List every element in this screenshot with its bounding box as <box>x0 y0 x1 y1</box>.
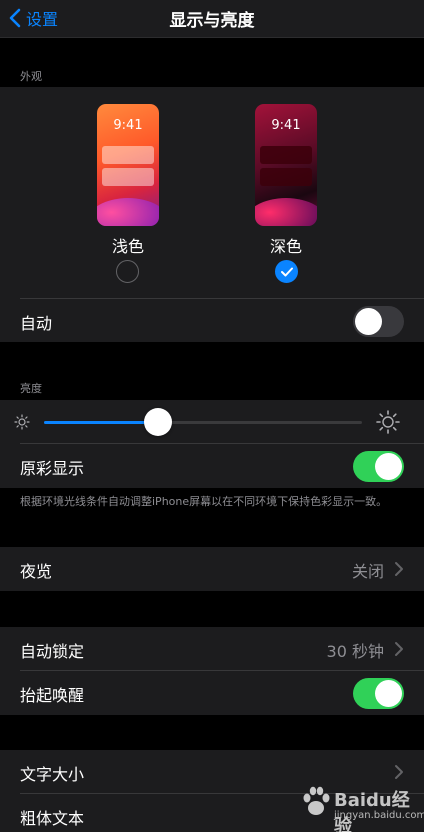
checkmark-icon <box>281 267 293 277</box>
light-mode-radio[interactable] <box>116 260 139 283</box>
chevron-right-icon <box>395 642 403 656</box>
night-shift-row[interactable]: 夜览 关闭 <box>0 547 424 591</box>
automatic-label: 自动 <box>20 314 53 333</box>
appearance-header: 外观 <box>20 70 42 83</box>
brightness-slider-fill <box>44 421 159 424</box>
brightness-group: 原彩显示 <box>0 400 424 488</box>
true-tone-toggle[interactable] <box>353 451 404 482</box>
raise-to-wake-label: 抬起唤醒 <box>20 686 85 705</box>
auto-lock-label: 自动锁定 <box>20 642 85 661</box>
preview-time: 9:41 <box>271 118 301 133</box>
light-mode-preview[interactable]: 9:41 <box>97 104 159 226</box>
preview-notification <box>260 168 312 186</box>
preview-notification <box>260 146 312 164</box>
sun-small-icon <box>14 414 30 430</box>
bold-text-label: 粗体文本 <box>20 809 85 828</box>
watermark-text: Baidu经验 <box>334 790 410 832</box>
true-tone-label: 原彩显示 <box>20 459 85 478</box>
auto-lock-row[interactable]: 自动锁定 30 秒钟 <box>0 627 424 671</box>
text-size-label: 文字大小 <box>20 765 85 784</box>
light-mode-label: 浅色 <box>111 237 144 256</box>
preview-wallpaper <box>97 198 159 226</box>
page-title: 显示与亮度 <box>169 11 255 31</box>
lock-group: 自动锁定 30 秒钟 抬起唤醒 <box>0 627 424 715</box>
sun-large-icon <box>376 410 400 434</box>
toggle-knob <box>375 680 402 707</box>
brightness-slider[interactable] <box>44 408 362 436</box>
preview-notification <box>102 146 154 164</box>
toggle-knob <box>355 308 382 335</box>
automatic-toggle[interactable] <box>353 306 404 337</box>
chevron-right-icon <box>395 562 403 576</box>
night-shift-label: 夜览 <box>20 562 53 581</box>
true-tone-row[interactable]: 原彩显示 <box>0 444 424 488</box>
automatic-row[interactable]: 自动 <box>0 299 424 343</box>
auto-lock-value: 30 秒钟 <box>326 642 384 661</box>
preview-notification <box>102 168 154 186</box>
baidu-watermark: Baidu经验 jingyan.baidu.com <box>298 776 424 832</box>
dark-mode-label: 深色 <box>269 237 302 256</box>
raise-to-wake-toggle[interactable] <box>353 678 404 709</box>
dark-mode-radio[interactable] <box>275 260 298 283</box>
watermark-url: jingyan.baidu.com <box>334 810 424 821</box>
brightness-header: 亮度 <box>20 382 42 395</box>
appearance-group: 9:41 浅色 9:41 深色 自动 <box>0 87 424 342</box>
brightness-slider-thumb[interactable] <box>144 408 173 436</box>
preview-time: 9:41 <box>113 118 143 133</box>
toggle-knob <box>375 453 402 480</box>
preview-wallpaper <box>255 198 317 226</box>
night-shift-value: 关闭 <box>351 562 384 581</box>
dark-mode-preview[interactable]: 9:41 <box>255 104 317 226</box>
navigation-bar: 设置 显示与亮度 <box>0 0 424 38</box>
raise-to-wake-row[interactable]: 抬起唤醒 <box>0 671 424 715</box>
true-tone-footnote: 根据环境光线条件自动调整iPhone屏幕以在不同环境下保持色彩显示一致。 <box>20 495 388 508</box>
night-shift-group: 夜览 关闭 <box>0 547 424 591</box>
paw-logo-icon <box>303 786 330 815</box>
